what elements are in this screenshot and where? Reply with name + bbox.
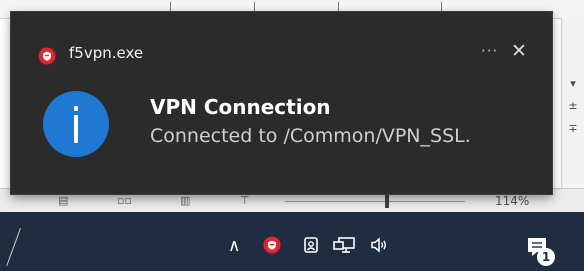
meet-now-icon[interactable] — [303, 235, 321, 255]
normal-view-icon[interactable]: ▤ — [58, 195, 68, 207]
zoom-slider-thumb[interactable] — [385, 194, 389, 208]
vertical-scrollbar[interactable]: ▾ ± ∓ — [561, 18, 584, 212]
zoom-slider[interactable] — [285, 201, 465, 202]
toast-notification[interactable]: f5vpn.exe ··· ✕ VPN Connection Connected… — [11, 12, 552, 194]
app-name: f5vpn.exe — [69, 44, 144, 62]
notification-body: Connected to /Common/VPN_SSL. — [150, 125, 471, 147]
f5-shield-icon — [38, 47, 56, 65]
notification-title: VPN Connection — [150, 95, 331, 119]
f5-vpn-tray-icon[interactable] — [263, 236, 281, 254]
zoom-level[interactable]: 114% — [495, 194, 529, 208]
previous-page-icon[interactable]: ± — [562, 100, 584, 112]
network-icon[interactable] — [333, 236, 357, 254]
info-icon — [43, 91, 109, 157]
show-hidden-icons-chevron-icon[interactable]: ∧ — [228, 237, 240, 255]
close-button[interactable]: ✕ — [511, 40, 527, 62]
more-options-button[interactable]: ··· — [481, 42, 498, 60]
reading-view-icon[interactable]: ▥ — [180, 195, 190, 207]
slide-sorter-icon[interactable]: ▫▫ — [117, 195, 132, 207]
scroll-down-arrow-icon[interactable]: ▾ — [562, 78, 584, 90]
volume-icon[interactable] — [370, 237, 388, 253]
taskbar — [0, 212, 584, 271]
next-page-icon[interactable]: ∓ — [562, 123, 584, 135]
notification-count-badge: 1 — [537, 248, 555, 266]
slideshow-icon[interactable]: ⊤ — [240, 195, 250, 207]
